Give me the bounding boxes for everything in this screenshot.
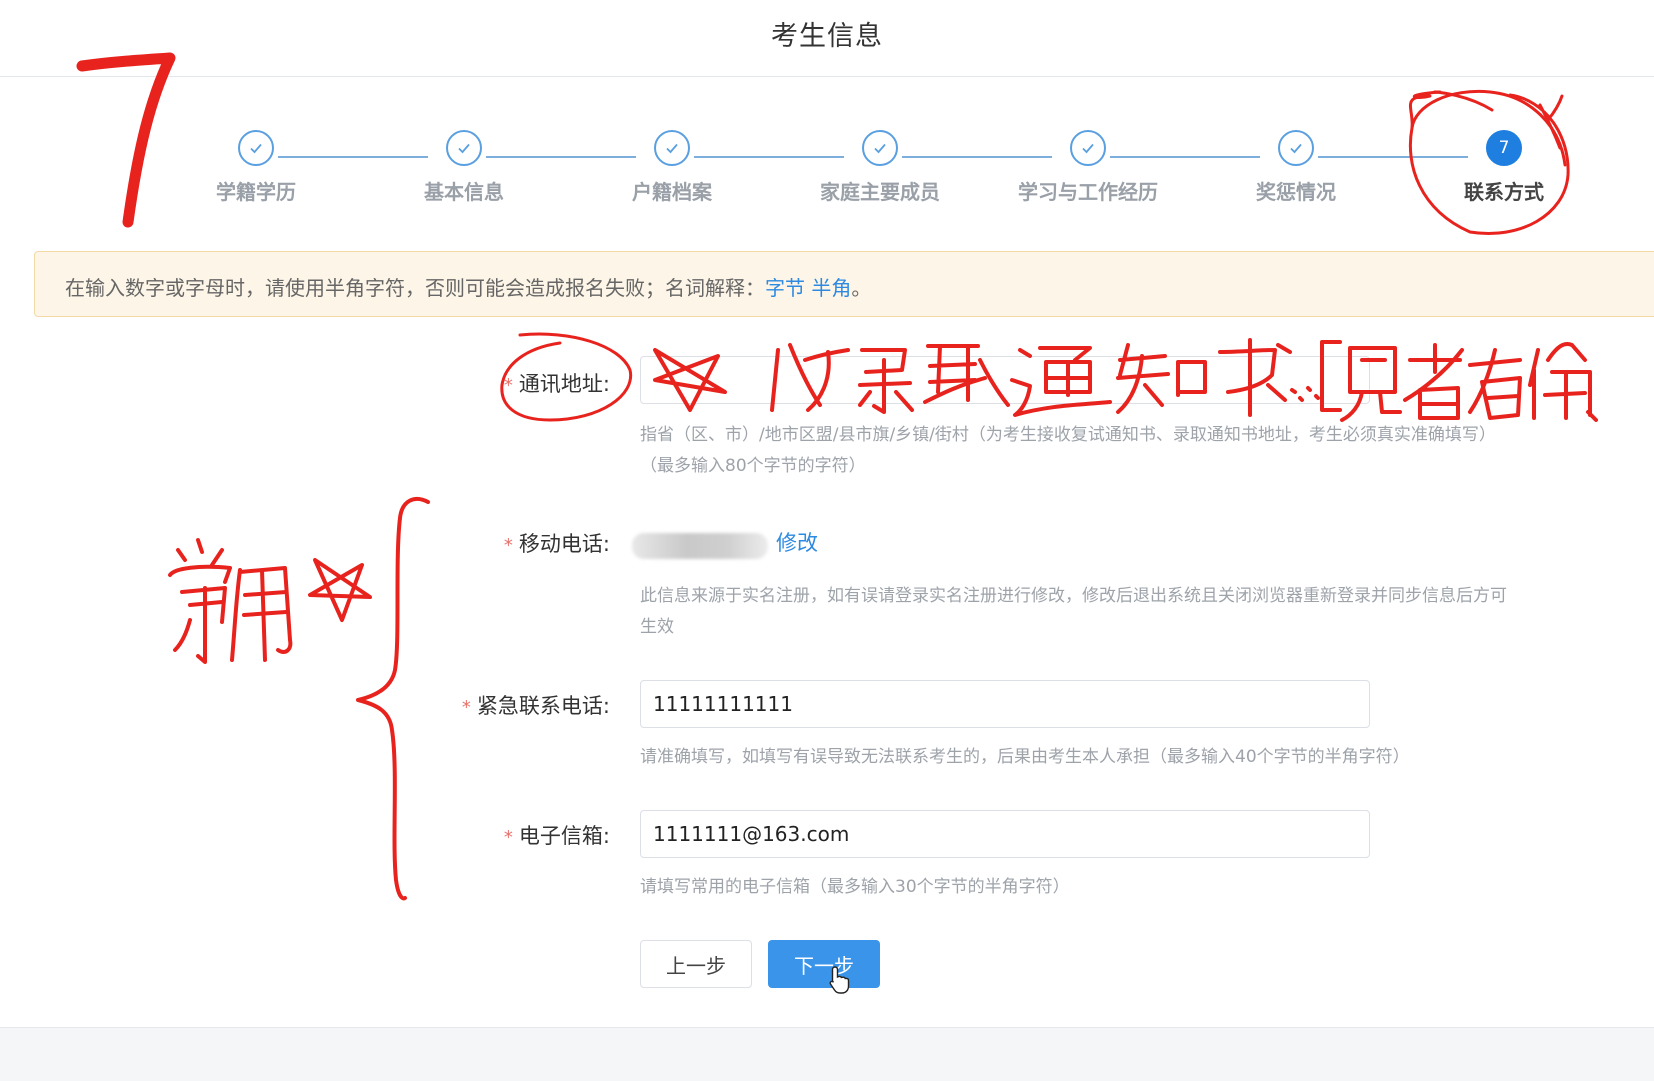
next-step-button[interactable]: 下一步 [768, 940, 880, 988]
step-label: 户籍档案 [632, 180, 712, 204]
step-label: 学籍学历 [216, 180, 296, 204]
notice-message: 在输入数字或字母时，请使用半角字符，否则可能会造成报名失败；名词解释： [65, 276, 765, 300]
notice-end: 。 [851, 276, 872, 300]
star-mark-common [308, 558, 372, 622]
step-item-6[interactable]: 奖惩情况 [1221, 130, 1371, 205]
step-item-5[interactable]: 学习与工作经历 [1013, 130, 1163, 205]
address-hint-limit: （最多输入80个字节的字符） [640, 456, 866, 476]
check-icon [1278, 130, 1314, 166]
progress-stepper: 学籍学历 基本信息 户籍档案 家庭主要成员 学习与工作经历 奖惩情况 7 联系方… [0, 130, 1654, 220]
address-input[interactable] [640, 356, 1370, 404]
check-icon [446, 130, 482, 166]
top-bar: 考生信息 [0, 0, 1654, 77]
check-icon [862, 130, 898, 166]
required-mark: * [503, 827, 513, 848]
step-label: 基本信息 [424, 180, 504, 204]
masked-phone-number [632, 533, 768, 559]
address-label: * 通讯地址: [503, 372, 610, 396]
emergency-phone-hint: 请准确填写，如填写有误导致无法联系考生的，后果由考生本人承担（最多输入40个字节… [640, 747, 1410, 767]
emergency-phone-input[interactable] [640, 680, 1370, 728]
previous-step-button[interactable]: 上一步 [640, 940, 752, 988]
mobile-hint: 此信息来源于实名注册，如有误请登录实名注册进行修改，修改后退出系统且关闭浏览器重… [640, 586, 1507, 606]
step-label: 学习与工作经历 [1018, 180, 1158, 204]
mobile-hint-cont: 生效 [640, 617, 674, 637]
half-width-link[interactable]: 半角 [811, 276, 851, 300]
step-item-4[interactable]: 家庭主要成员 [805, 130, 955, 205]
required-mark: * [461, 697, 471, 718]
step-item-1[interactable]: 学籍学历 [181, 130, 331, 205]
step-number: 7 [1486, 130, 1522, 166]
required-mark: * [503, 535, 513, 556]
emergency-phone-label: * 紧急联系电话: [461, 694, 610, 718]
hand-cursor-icon [829, 966, 850, 994]
check-icon [654, 130, 690, 166]
byte-link[interactable]: 字节 [765, 276, 805, 300]
check-icon [1070, 130, 1106, 166]
notice-banner: 在输入数字或字母时，请使用半角字符，否则可能会造成报名失败；名词解释：字节 半角… [34, 251, 1654, 317]
step-label: 联系方式 [1464, 180, 1544, 204]
email-hint: 请填写常用的电子信箱（最多输入30个字节的半角字符） [640, 877, 1070, 897]
edit-mobile-link[interactable]: 修改 [776, 527, 818, 557]
step-item-2[interactable]: 基本信息 [389, 130, 539, 205]
step-label: 家庭主要成员 [820, 180, 940, 204]
page-footer [0, 1027, 1654, 1081]
page-title: 考生信息 [771, 21, 883, 52]
address-hint: 指省（区、市）/地市区盟/县市旗/乡镇/街村（为考生接收复试通知书、录取通知书地… [640, 425, 1496, 445]
step-item-7[interactable]: 7 联系方式 [1429, 130, 1579, 205]
email-label: * 电子信箱: [503, 824, 610, 848]
step-item-3[interactable]: 户籍档案 [597, 130, 747, 205]
email-input[interactable] [640, 810, 1370, 858]
handwritten-note-common [168, 538, 293, 664]
notice-text: 在输入数字或字母时，请使用半角字符，否则可能会造成报名失败；名词解释：字节 半角… [65, 272, 871, 301]
mobile-label: * 移动电话: [503, 532, 610, 556]
step-label: 奖惩情况 [1256, 180, 1336, 204]
check-icon [238, 130, 274, 166]
required-mark: * [503, 375, 513, 396]
